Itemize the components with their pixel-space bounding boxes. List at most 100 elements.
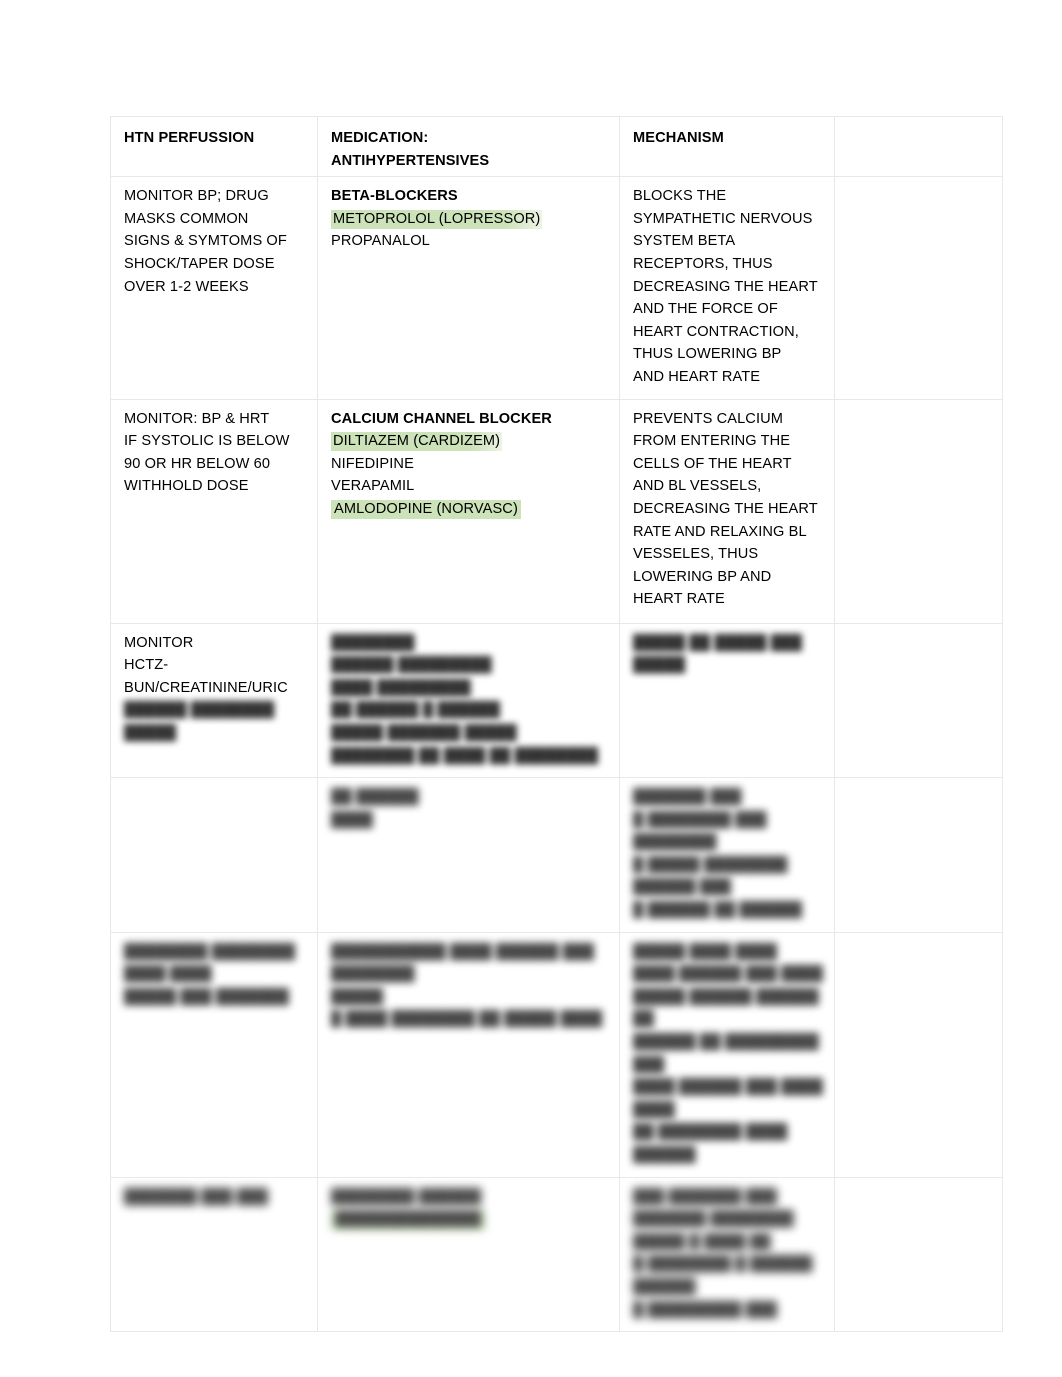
obscured-text-line: ████████ ██ ████ ██ ████████ (331, 747, 599, 764)
text-line: AND HEART RATE (633, 368, 761, 385)
obscured-text-line: ████ ██████ ███ ████ ████ (633, 1079, 828, 1118)
medication-class-heading: CALCIUM CHANNEL BLOCKER (331, 410, 552, 427)
highlight-amlodopine: AMLODOPINE (NORVASC) (331, 499, 521, 519)
header-cell-medication: MEDICATION: ANTIHYPERTENSIVES (317, 115, 620, 178)
obscured-text-line: ███████ ████████ (633, 1211, 794, 1228)
study-table: HTN PERFUSSION MEDICATION: ANTIHYPERTENS… (110, 115, 1003, 1333)
obscured-text-line: ███ ███████ ███ (633, 1188, 778, 1205)
obscured-text-line: ██ ██████ (331, 789, 419, 806)
cell-obscured-col3: ███ ███████ ███ ███████ ████████ █████ █… (619, 1176, 835, 1333)
obscured-text-line: ████████ (331, 634, 415, 651)
text-line: BUN/CREATININE/URIC (124, 679, 288, 696)
text-line: SYMPATHETIC NERVOUS (633, 210, 813, 227)
header-label-col1: HTN PERFUSSION (124, 130, 255, 146)
table-row: ████████ ████████ ████ ████ █████ ███ ██… (110, 931, 1003, 1178)
obscured-text-line: ██████ ███ (633, 879, 732, 896)
text-line: CELLS OF THE HEART (633, 455, 792, 472)
text-line: BLOCKS THE (633, 188, 727, 205)
obscured-text-line: ██████ ██ █████████ ███ (633, 1034, 823, 1073)
obscured-text-line: ███████ ███ ███ (124, 1188, 269, 1205)
table-header-row: HTN PERFUSSION MEDICATION: ANTIHYPERTENS… (110, 115, 1003, 178)
header-cell-empty (834, 115, 1003, 178)
medication-item-nifedipine: NIFEDIPINE (331, 455, 414, 472)
obscured-text-line: █████ ██████ ██████ ██ (633, 988, 823, 1028)
obscured-text-line: █████ █ ████ ██ (633, 1233, 771, 1250)
cell-empty (834, 622, 1003, 779)
obscured-text-line: ████████ (633, 834, 717, 851)
cell-obscured-col2: ████████ ██████ ██████████████ (317, 1176, 620, 1333)
obscured-text-line: █ ████████ ███ (633, 811, 767, 828)
medication-item-amlodopine: AMLODOPINE (NORVASC) (331, 498, 609, 521)
cell-obscured-col1: ████████ ████████ ████ ████ █████ ███ ██… (110, 931, 318, 1178)
text-line: HEART RATE (633, 591, 725, 608)
medication-item-verapamil: VERAPAMIL (331, 478, 415, 495)
cell-obscured-col3: █████ ████ ████ ████ ██████ ███ ████ ███… (619, 931, 835, 1178)
obscured-text-line: ████ ████ (124, 966, 212, 983)
cell-obscured-col3: ███████ ███ █ ████████ ███ ████████ █ ██… (619, 777, 835, 933)
text-line: LOWERING BP AND (633, 568, 772, 585)
header-label-col2-line2: ANTIHYPERTENSIVES (331, 152, 490, 169)
obscured-text-line: ████████ ██████ (331, 1188, 482, 1205)
text-line: RATE AND RELAXING BL (633, 523, 807, 540)
text-line: DECREASING THE HEART (633, 500, 818, 517)
header-cell-mechanism: MECHANISM (619, 115, 835, 178)
text-line: THUS LOWERING BP (633, 346, 782, 363)
cell-empty (834, 931, 1003, 1178)
obscured-text-line: █ █████ ████████ (633, 856, 788, 873)
text-line: MASKS COMMON (124, 210, 249, 227)
obscured-text-line: ██ ████████ ████ ██████ (633, 1124, 792, 1163)
obscured-text-line: █ ████ ████████ ██ █████ ████ (331, 1011, 603, 1028)
cell-monitoring-ccb: MONITOR: BP & HRT IF SYSTOLIC IS BELOW 9… (110, 398, 318, 624)
header-label-col3: MECHANISM (633, 130, 724, 146)
table-row: MONITOR: BP & HRT IF SYSTOLIC IS BELOW 9… (110, 398, 1003, 624)
obscured-text-line: █████ ███████ █████ (331, 724, 517, 741)
text-line: PREVENTS CALCIUM (633, 410, 783, 427)
obscured-text-line: ████ (331, 811, 373, 828)
header-label-col2-line1: MEDICATION: (331, 130, 429, 146)
text-line: AND BL VESSELS, (633, 478, 762, 495)
text-line: MONITOR (124, 634, 194, 651)
cell-mechanism-obscured: █████ ██ █████ ███ █████ (619, 622, 835, 779)
cell-medication-beta-blockers: BETA-BLOCKERS METOPROLOL (LOPRESSOR) PRO… (317, 176, 620, 400)
text-line: IF SYSTOLIC IS BELOW (124, 433, 290, 450)
obscured-text-line: ██ ██████ █ ██████ (331, 702, 501, 719)
cell-obscured-col2: ██ ██████ ████ (317, 777, 620, 933)
obscured-text-line: █ ██████ ██ ██████ (633, 902, 803, 919)
text-line: MONITOR: BP & HRT (124, 410, 270, 427)
text-line: OVER 1-2 WEEKS (124, 278, 249, 295)
highlight-obscured: ██████████████ (331, 1210, 486, 1231)
header-cell-htn-perfussion: HTN PERFUSSION (110, 115, 318, 178)
cell-mechanism-ccb: PREVENTS CALCIUM FROM ENTERING THE CELLS… (619, 398, 835, 624)
obscured-text-line: ████████ ████████ (124, 943, 296, 960)
cell-obscured-col1: ███████ ███ ███ (110, 1176, 318, 1333)
document-page: HTN PERFUSSION MEDICATION: ANTIHYPERTENS… (0, 0, 1062, 1377)
text-line: VESSELES, THUS (633, 546, 759, 563)
obscured-text-line: █████ (331, 988, 384, 1005)
obscured-text-line: █████ (124, 724, 177, 741)
table-row: ██ ██████ ████ ███████ ███ █ ████████ ██… (110, 777, 1003, 933)
obscured-text-line: █████ ████ ████ (633, 943, 778, 960)
table-row: MONITOR BP; DRUG MASKS COMMON SIGNS & SY… (110, 176, 1003, 400)
cell-empty (834, 1176, 1003, 1333)
cell-empty (834, 398, 1003, 624)
obscured-text-line: █████ ██ █████ ███ █████ (633, 634, 807, 674)
obscured-text-line: ██████ █████████ (331, 657, 492, 674)
text-line: SIGNS & SYMTOMS OF (124, 233, 287, 250)
medication-item-diltiazem: DILTIAZEM (CARDIZEM) (331, 430, 609, 453)
table-row: MONITOR HCTZ- BUN/CREATININE/URIC ██████… (110, 622, 1003, 779)
cell-monitoring-beta-blockers: MONITOR BP; DRUG MASKS COMMON SIGNS & SY… (110, 176, 318, 400)
cell-medication-obscured: ████████ ██████ █████████ ████ █████████… (317, 622, 620, 779)
text-line: HEART CONTRACTION, (633, 323, 799, 340)
obscured-text-line: ██████ ████████ (124, 702, 275, 719)
medication-class-heading: BETA-BLOCKERS (331, 188, 458, 205)
obscured-highlighted-line: ██████████████ (331, 1208, 609, 1231)
cell-monitoring-diuretics: MONITOR HCTZ- BUN/CREATININE/URIC ██████… (110, 622, 318, 779)
text-line: FROM ENTERING THE (633, 433, 791, 450)
text-line: RECEPTORS, THUS (633, 255, 773, 272)
obscured-text-line: ███████████ ████ ██████ ███ ████████ (331, 943, 599, 983)
cell-medication-ccb: CALCIUM CHANNEL BLOCKER DILTIAZEM (CARDI… (317, 398, 620, 624)
obscured-text-line: █ ████████ █ ██████ ██████ (633, 1256, 817, 1295)
text-line: DECREASING THE HEART (633, 278, 818, 295)
text-line: 90 OR HR BELOW 60 (124, 455, 271, 472)
text-line: AND THE FORCE OF (633, 301, 778, 318)
